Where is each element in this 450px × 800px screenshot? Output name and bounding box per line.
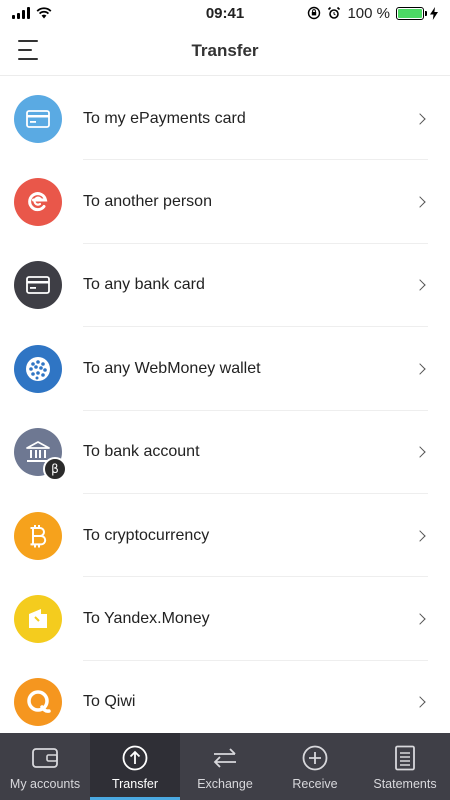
tab-receive[interactable]: Receive [270,733,360,800]
transfer-to-webmoney-wallet[interactable]: To any WebMoney wallet [0,327,450,411]
transfer-option-label: To another person [83,193,212,211]
transfer-option-label: To any WebMoney wallet [83,359,261,377]
chevron-right-icon [414,279,426,292]
tab-bar: My accounts Transfer Exchange Receive St… [0,733,450,800]
document-icon [394,745,416,771]
rotation-lock-icon [308,6,321,20]
plus-circle-icon [302,745,328,771]
tab-label: Transfer [111,777,159,791]
transfer-to-epayments-card[interactable]: To my ePayments card [0,77,450,161]
tab-statements[interactable]: Statements [360,733,450,800]
transfer-option-label: To Qiwi [83,693,136,711]
battery-icon [396,6,427,20]
transfer-to-cryptocurrency[interactable]: To cryptocurrency [0,494,450,578]
webmoney-globe-icon [14,344,62,393]
transfer-to-any-bank-card[interactable]: To any bank card [0,244,450,328]
header: Transfer [0,26,450,76]
status-bar: 09:41 100 % [0,0,450,26]
arrow-up-circle-icon [122,745,148,771]
transfer-list: To my ePayments card To another person T… [0,77,450,733]
tab-transfer[interactable]: Transfer [90,733,180,800]
card-icon [14,94,62,143]
qiwi-icon [14,678,62,727]
wallet-icon [31,745,59,771]
wifi-icon [36,7,52,19]
transfer-option-label: To my ePayments card [83,109,246,127]
chevron-right-icon [414,529,426,542]
signal-icon [12,7,30,19]
tab-label: Receive [292,777,338,791]
tab-my-accounts[interactable]: My accounts [0,733,90,800]
exchange-arrows-icon [211,745,239,771]
chevron-right-icon [414,363,426,375]
status-right: 100 % [288,5,438,22]
status-left [12,7,162,19]
beta-badge: β [43,457,67,482]
tab-label: My accounts [9,777,81,791]
card-icon [14,261,62,310]
transfer-option-label: To any bank card [83,276,205,294]
status-time: 09:41 [205,4,245,22]
transfer-to-another-person[interactable]: To another person [0,160,450,245]
tab-label: Exchange [197,777,253,791]
epayments-logo-icon [14,178,62,227]
bank-icon: β [14,428,67,482]
hamburger-icon[interactable] [18,40,40,60]
battery-percent: 100 % [347,4,390,22]
tab-label: Statements [373,777,437,791]
transfer-option-label: To cryptocurrency [83,526,210,544]
transfer-to-qiwi[interactable]: To Qiwi [0,661,450,733]
transfer-to-bank-account[interactable]: β To bank account [0,411,450,495]
chevron-right-icon [414,613,426,625]
chevron-right-icon [414,446,426,458]
bitcoin-icon [14,511,62,560]
transfer-to-yandex-money[interactable]: To Yandex.Money [0,577,450,662]
tab-exchange[interactable]: Exchange [180,733,270,800]
page-title: Transfer [191,40,259,60]
chevron-right-icon [414,113,426,125]
yandex-money-icon [14,595,62,644]
battery-level [398,8,422,18]
alarm-icon [328,6,341,19]
charging-icon [430,6,438,20]
chevron-right-icon [414,196,426,208]
transfer-option-label: To bank account [83,443,200,461]
chevron-right-icon [414,696,426,709]
transfer-option-label: To Yandex.Money [83,610,210,628]
